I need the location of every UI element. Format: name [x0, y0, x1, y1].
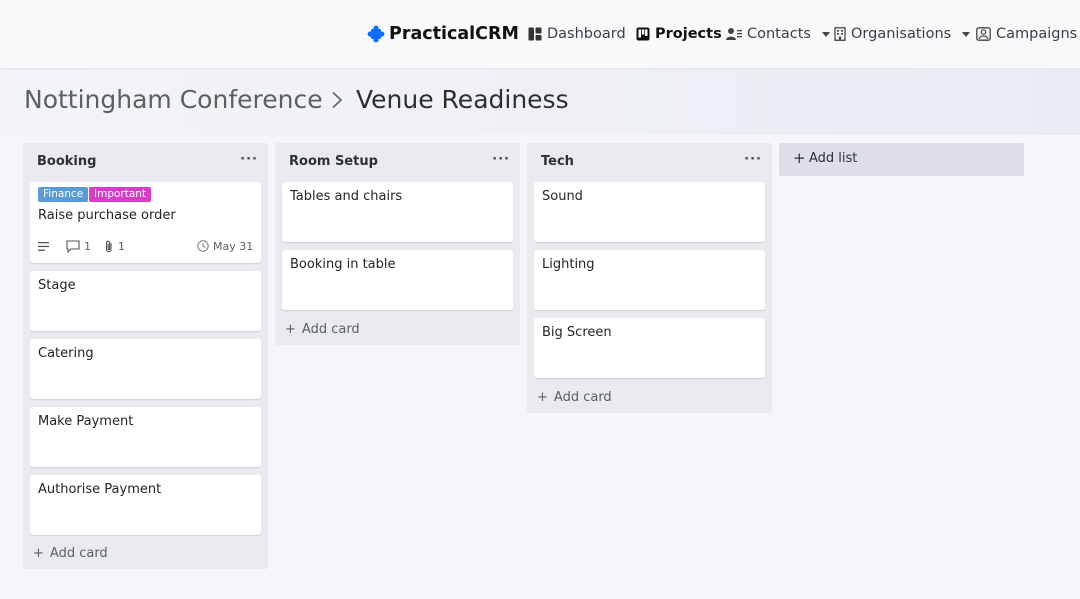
card-title: Lighting [542, 257, 595, 272]
plus-icon: + [793, 149, 806, 167]
card-title: Stage [38, 278, 76, 293]
nav-campaigns-label: Campaigns [996, 26, 1078, 42]
label-finance: Finance [38, 187, 89, 202]
comment-icon [66, 239, 80, 253]
nav-dashboard[interactable]: Dashboard [528, 24, 626, 44]
puzzle-icon [367, 25, 385, 43]
add-card-button[interactable]: + Add card [537, 390, 612, 405]
due-date: May 31 [197, 239, 253, 253]
top-navbar: PracticalCRM Dashboard Projects Contacts [0, 0, 1080, 69]
add-card-button[interactable]: + Add card [33, 546, 108, 561]
nav-organisations-label: Organisations [851, 26, 952, 42]
card[interactable]: Make Payment [30, 407, 261, 467]
card[interactable]: Tables and chairs [282, 182, 513, 242]
plus-icon: + [285, 322, 296, 337]
attachments-count: 1 [104, 239, 125, 253]
card[interactable]: Big Screen [534, 318, 765, 378]
contacts-icon [726, 28, 742, 40]
building-icon [834, 27, 846, 41]
card[interactable]: Sound [534, 182, 765, 242]
nav-organisations-dropdown[interactable]: Organisations [834, 24, 971, 44]
plus-icon: + [33, 546, 44, 561]
description-icon [38, 239, 49, 253]
card[interactable]: Authorise Payment [30, 475, 261, 535]
card-title: Tables and chairs [290, 189, 403, 204]
plus-icon: + [537, 390, 548, 405]
more-icon[interactable]: ··· [492, 152, 510, 167]
card-title: Booking in table [290, 257, 396, 272]
breadcrumb-parent[interactable]: Nottingham Conference [24, 85, 323, 115]
dashboard-icon [528, 27, 542, 41]
kanban-icon [636, 27, 650, 41]
list-title: Tech [541, 154, 574, 169]
nav-projects-label: Projects [655, 26, 722, 42]
card-title: Authorise Payment [38, 482, 162, 497]
label-important: Important [89, 187, 152, 202]
card-title: Raise purchase order [38, 208, 176, 223]
list-booking: Booking ··· Finance Important Raise purc… [23, 143, 268, 569]
nav-projects[interactable]: Projects [636, 24, 722, 44]
add-card-button[interactable]: + Add card [285, 322, 360, 337]
add-list-label: Add list [809, 151, 858, 166]
brand-name: PracticalCRM [389, 24, 519, 44]
page-title: Venue Readiness [356, 85, 569, 114]
nav-campaigns[interactable]: Campaigns [976, 24, 1077, 44]
comments-count: 1 [66, 239, 91, 253]
paperclip-icon [106, 240, 112, 252]
card[interactable]: Catering [30, 339, 261, 399]
campaigns-icon [976, 27, 991, 41]
card[interactable]: Lighting [534, 250, 765, 310]
more-icon[interactable]: ··· [744, 152, 762, 167]
chevron-right-icon [332, 91, 343, 109]
clock-icon [197, 240, 209, 252]
nav-contacts-dropdown[interactable]: Contacts [726, 24, 830, 44]
card[interactable]: Stage [30, 271, 261, 331]
card[interactable]: Finance Important Raise purchase order 1… [30, 182, 261, 263]
nav-dashboard-label: Dashboard [547, 26, 626, 42]
chevron-down-icon [821, 31, 830, 37]
card-title: Big Screen [542, 325, 612, 340]
card-title: Make Payment [38, 414, 134, 429]
card-title: Catering [38, 346, 94, 361]
list-title: Room Setup [289, 154, 378, 169]
card-title: Sound [542, 189, 583, 204]
nav-contacts-label: Contacts [747, 26, 811, 42]
more-icon[interactable]: ··· [240, 152, 258, 167]
list-room-setup: Room Setup ··· Tables and chairs Booking… [275, 143, 520, 345]
card[interactable]: Booking in table [282, 250, 513, 310]
list-tech: Tech ··· Sound Lighting Big Screen + Add … [527, 143, 772, 413]
chevron-down-icon [962, 31, 971, 37]
list-title: Booking [37, 154, 97, 169]
add-list-button[interactable]: + Add list [779, 143, 1024, 176]
brand[interactable]: PracticalCRM [367, 22, 519, 46]
